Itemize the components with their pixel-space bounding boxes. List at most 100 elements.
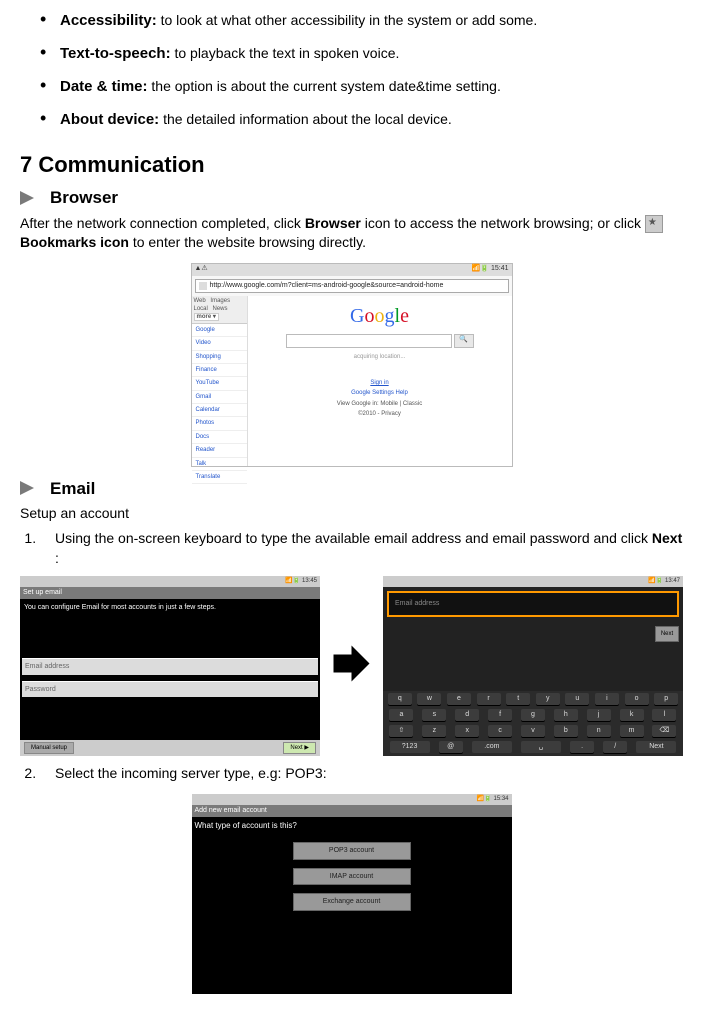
next-button: Next — [655, 626, 679, 642]
google-search-input — [286, 334, 452, 348]
url-bar: http://www.google.com/m?client=ms-androi… — [195, 279, 509, 293]
key: q — [388, 693, 412, 705]
key: ?123 — [390, 741, 430, 753]
key: i — [595, 693, 619, 705]
status-time: 13:47 — [665, 578, 680, 584]
intro-message: You can configure Email for most account… — [20, 599, 320, 617]
sign-in-link: Sign in — [254, 379, 506, 387]
bullet-text: to playback the text in spoken voice. — [171, 45, 400, 61]
bullet-text: the option is about the current system d… — [148, 78, 501, 94]
subsection-title: Browser — [50, 186, 118, 210]
bullet-item: About device: the detailed information a… — [40, 109, 683, 130]
text: to enter the website browsing directly. — [129, 234, 366, 250]
google-logo: Google — [254, 302, 506, 330]
side-link: Talk — [192, 458, 247, 471]
key: k — [620, 709, 644, 721]
email-setup-label: Setup an account — [20, 504, 683, 524]
email-setup-screenshot: 📶🔋 13:45 Set up email You can configure … — [20, 576, 320, 756]
browser-screenshot: ▲⚠📶🔋 15:41 http://www.google.com/m?clien… — [191, 263, 513, 467]
email-steps-2: Select the incoming server type, e.g: PO… — [20, 764, 683, 784]
section-heading: 7 Communication — [20, 150, 683, 181]
status-time: 15:41 — [491, 265, 509, 272]
side-link: Gmail — [192, 391, 247, 404]
side-link: Google — [192, 324, 247, 337]
bullet-text: the detailed information about the local… — [159, 111, 452, 127]
bullet-item: Accessibility: to look at what other acc… — [40, 10, 683, 31]
step-text: : — [55, 550, 59, 566]
text: icon to access the network browsing; or … — [361, 215, 645, 231]
key: c — [488, 725, 512, 737]
question-text: What type of account is this? — [192, 817, 512, 834]
status-time: 15:34 — [493, 796, 508, 802]
side-link: Reader — [192, 444, 247, 457]
next-button: Next ▶ — [283, 742, 316, 754]
key: t — [506, 693, 530, 705]
side-link: Translate — [192, 471, 247, 484]
key: ⇧ — [389, 725, 413, 737]
status-bar: 📶🔋 13:45 — [20, 576, 320, 587]
page-icon — [199, 282, 207, 290]
search-row: 🔍 — [254, 334, 506, 348]
status-bar: ▲⚠📶🔋 15:41 — [192, 264, 512, 276]
key: z — [422, 725, 446, 737]
bullet-label: About device: — [60, 111, 159, 128]
email-keyboard-screenshot: 📶🔋 13:47 Email address Next qwertyuiop a… — [383, 576, 683, 756]
email-steps: Using the on-screen keyboard to type the… — [20, 529, 683, 568]
browser-paragraph: After the network connection completed, … — [20, 214, 683, 253]
screen-title: Set up email — [20, 587, 320, 599]
tab-news: News — [213, 306, 228, 312]
account-type-screenshot: 📶🔋 15:34 Add new email account What type… — [192, 794, 512, 994]
key: @ — [439, 741, 463, 753]
footer-row: ©2010 - Privacy — [254, 410, 506, 418]
browser-sidebar: Web Images Local News more ▾ Google Vide… — [192, 296, 248, 466]
subsection-title: Email — [50, 477, 95, 501]
key: m — [620, 725, 644, 737]
key: w — [417, 693, 441, 705]
key: a — [389, 709, 413, 721]
footer-bar: Manual setup Next ▶ — [20, 740, 320, 756]
tab-more: more ▾ — [194, 313, 219, 321]
key: .com — [472, 741, 512, 753]
status-bar: 📶🔋 13:47 — [383, 576, 683, 587]
key: l — [652, 709, 676, 721]
key: o — [625, 693, 649, 705]
email-address-field: Email address — [387, 591, 679, 617]
key-space: ␣ — [521, 741, 561, 753]
browser-main: Google 🔍 acquiring location... Sign in G… — [248, 296, 512, 466]
side-link: Video — [192, 337, 247, 350]
side-link: YouTube — [192, 377, 247, 390]
key: d — [455, 709, 479, 721]
email-address-field: Email address — [22, 658, 318, 675]
settings-bullet-list: Accessibility: to look at what other acc… — [20, 10, 683, 130]
side-link: Calendar — [192, 404, 247, 417]
key: y — [536, 693, 560, 705]
key: s — [422, 709, 446, 721]
tab-images: Images — [210, 298, 230, 304]
bullet-text: to look at what other accessibility in t… — [157, 12, 538, 28]
side-link: Docs — [192, 431, 247, 444]
key: n — [587, 725, 611, 737]
password-field: Password — [22, 681, 318, 698]
status-bar: 📶🔋 15:34 — [192, 794, 512, 805]
key: h — [554, 709, 578, 721]
tab-web: Web — [194, 298, 206, 304]
key-next: Next — [636, 741, 676, 753]
key: e — [447, 693, 471, 705]
arrow-icon — [20, 191, 34, 205]
side-link: Photos — [192, 417, 247, 430]
bullet-label: Text-to-speech: — [60, 45, 171, 62]
step-1: Using the on-screen keyboard to type the… — [40, 529, 683, 568]
email-screenshot-row: 📶🔋 13:45 Set up email You can configure … — [20, 576, 683, 756]
step-text: Select the incoming server type, e.g: PO… — [55, 765, 327, 781]
key: b — [554, 725, 578, 737]
step-text: Using the on-screen keyboard to type the… — [55, 530, 652, 546]
tab-local: Local — [194, 306, 208, 312]
side-link: Finance — [192, 364, 247, 377]
google-footer-links: Sign in Google Settings Help View Google… — [254, 379, 506, 419]
text: After the network connection completed, … — [20, 215, 305, 231]
key: ⌫ — [652, 725, 676, 737]
bookmarks-label: Bookmarks icon — [20, 234, 129, 250]
arrow-right-icon — [327, 641, 377, 692]
browser-word: Browser — [305, 215, 361, 231]
key: p — [654, 693, 678, 705]
